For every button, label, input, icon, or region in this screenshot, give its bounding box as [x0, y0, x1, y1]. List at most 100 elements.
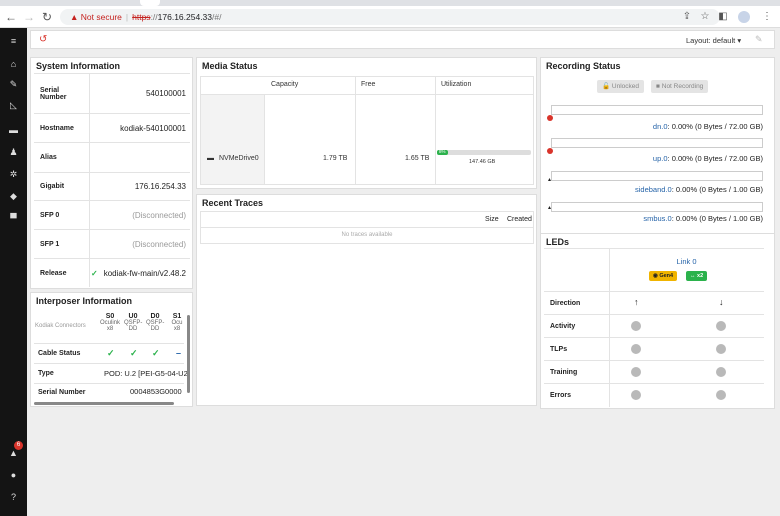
connector-id: D0 — [150, 313, 160, 320]
connector-header-d0: D0 QSFP- DD — [146, 313, 164, 332]
column-divider — [609, 338, 610, 361]
led-row-tlps: TLPs — [544, 337, 764, 361]
share-icon[interactable]: ⇪ — [680, 10, 694, 24]
recent-traces-panel: Recent Traces Size Created No traces ava… — [196, 194, 537, 406]
drive-free: 1.65 TB — [405, 155, 430, 162]
side-panel-icon[interactable]: ◧ — [716, 10, 730, 24]
system-info-key: Gigabit — [34, 173, 90, 200]
led-indicator — [716, 367, 726, 377]
layout-select[interactable]: Layout: default ▾ — [686, 36, 741, 45]
unlock-icon: 🔓 — [602, 83, 611, 90]
led-indicator — [716, 321, 726, 331]
not-recording-button[interactable]: ■ Not Recording — [651, 80, 709, 93]
dashboard-toolbar: ↺ Layout: default ▾ ✎ — [30, 30, 775, 49]
connector-sub2: x8 — [173, 326, 181, 332]
system-info-row: Release ✓ kodiak-fw-main/v2.48.2 — [34, 258, 190, 287]
system-info-value: (Disconnected) — [132, 210, 186, 220]
vertical-scrollbar[interactable] — [187, 315, 190, 393]
menu-kebab-icon[interactable]: ⋮ — [760, 10, 774, 24]
channel-value: : 0.00% (0 Bytes / 72.00 GB) — [667, 154, 763, 163]
connector-sub2: DD — [128, 326, 138, 332]
system-info-key: Serial Number — [34, 74, 90, 113]
hamburger-menu-icon[interactable]: ≡ — [0, 34, 27, 48]
column-divider — [609, 384, 610, 407]
trash-icon[interactable]: ▀ — [0, 211, 27, 225]
system-info-row: SFP 1 (Disconnected) — [34, 229, 190, 258]
horizontal-scrollbar[interactable] — [34, 402, 174, 405]
marker-icon: ▴ — [548, 205, 552, 211]
led-row-label: Direction — [550, 300, 581, 307]
system-info-row: Alias — [34, 142, 190, 172]
url-host: 176.16.254.33 — [157, 12, 213, 22]
unlocked-label: Unlocked — [611, 83, 640, 90]
system-info-value: kodiak-540100001 — [120, 123, 186, 133]
arrow-down-icon: ↓ — [719, 297, 724, 307]
channel-label: up.0: 0.00% (0 Bytes / 72.00 GB) — [551, 154, 763, 163]
channel-link-up[interactable]: up.0 — [653, 154, 668, 163]
connector-header-s0: S0 Oculink x8 — [100, 313, 120, 332]
user-probe-icon[interactable]: ♟ — [0, 145, 27, 159]
connector-header-u0: U0 QSFP- DD — [124, 313, 142, 332]
check-icon: ✓ — [130, 348, 138, 358]
channel-bar — [551, 202, 763, 212]
bookmark-star-icon[interactable]: ☆ — [698, 10, 712, 24]
edit-layout-icon[interactable]: ✎ — [755, 34, 763, 45]
gear-icon[interactable]: ✲ — [0, 167, 27, 181]
interposer-title: Interposer Information — [36, 296, 133, 306]
check-icon: ✓ — [152, 348, 160, 358]
type-label: Type — [38, 370, 54, 377]
url-divider: | — [125, 12, 129, 22]
channel-value: : 0.00% (0 Bytes / 72.00 GB) — [667, 122, 763, 131]
back-icon[interactable]: ← — [4, 10, 18, 24]
header-created: Created — [507, 216, 532, 223]
led-row-activity: Activity — [544, 314, 764, 338]
serial-label: Serial Number — [38, 389, 86, 396]
stop-square-icon: ■ — [656, 83, 660, 90]
channel-link-smbus[interactable]: smbus.0 — [643, 214, 671, 223]
system-info-key: Alias — [34, 143, 90, 172]
channel-link-sideband[interactable]: sideband.0 — [635, 185, 672, 194]
address-bar[interactable]: ▲ Not secure | https://176.16.254.33/#/ — [60, 9, 720, 25]
recording-status-title: Recording Status — [546, 61, 621, 71]
led-row-training: Training — [544, 360, 764, 384]
app-sidebar: ≡ ⌂ ✎ ◺ ▬ ♟ ✲ ◆ ▀ ▲ 6 ● ? — [0, 28, 27, 516]
check-icon: ✓ — [107, 348, 115, 358]
check-icon: ✓ — [91, 268, 98, 278]
connectors-label: Kodiak Connectors — [35, 323, 86, 329]
traces-table: Size Created No traces available — [200, 211, 534, 244]
traces-header-divider — [201, 227, 533, 228]
bell-icon[interactable]: ▲ — [0, 446, 27, 460]
layout-select-label: Layout: default — [686, 36, 736, 45]
forward-icon[interactable]: → — [22, 10, 36, 24]
account-icon[interactable]: ● — [0, 468, 27, 482]
gen-icon: ◉ — [653, 273, 658, 279]
channel-link-dn[interactable]: dn.0 — [653, 122, 668, 131]
recording-status-panel: Recording Status 🔓 Unlocked ■ Not Record… — [540, 57, 775, 256]
chart-icon[interactable]: ◺ — [0, 98, 27, 112]
profile-avatar-icon[interactable] — [738, 11, 750, 23]
header-capacity: Capacity — [271, 81, 299, 88]
system-info-title: System Information — [36, 61, 121, 71]
diamond-icon[interactable]: ◆ — [0, 189, 27, 203]
width-badge: ↔ x2 — [686, 271, 708, 281]
help-icon[interactable]: ? — [0, 490, 27, 504]
led-row-label: TLPs — [550, 346, 568, 353]
system-info-key: Hostname — [34, 114, 90, 142]
column-divider — [609, 292, 610, 315]
marker-icon: ▴ — [548, 177, 552, 183]
undo-icon[interactable]: ↺ — [39, 34, 47, 45]
home-icon[interactable]: ⌂ — [0, 57, 27, 71]
warning-triangle-icon: ▲ — [70, 12, 79, 22]
system-info-key: SFP 1 — [34, 230, 90, 258]
storage-icon[interactable]: ▬ — [0, 123, 27, 137]
led-indicator — [631, 321, 641, 331]
unlocked-button[interactable]: 🔓 Unlocked — [597, 80, 645, 93]
system-info-value: 540100001 — [145, 89, 186, 98]
channel-bar — [551, 171, 763, 181]
column-divider — [609, 315, 610, 338]
reload-icon[interactable]: ↻ — [40, 10, 54, 24]
system-info-panel: System Information Serial Number 5401000… — [30, 57, 193, 289]
column-divider — [609, 361, 610, 384]
connector-header-s1: S1 Ocu x8 — [169, 313, 185, 332]
wrench-icon[interactable]: ✎ — [0, 77, 27, 91]
